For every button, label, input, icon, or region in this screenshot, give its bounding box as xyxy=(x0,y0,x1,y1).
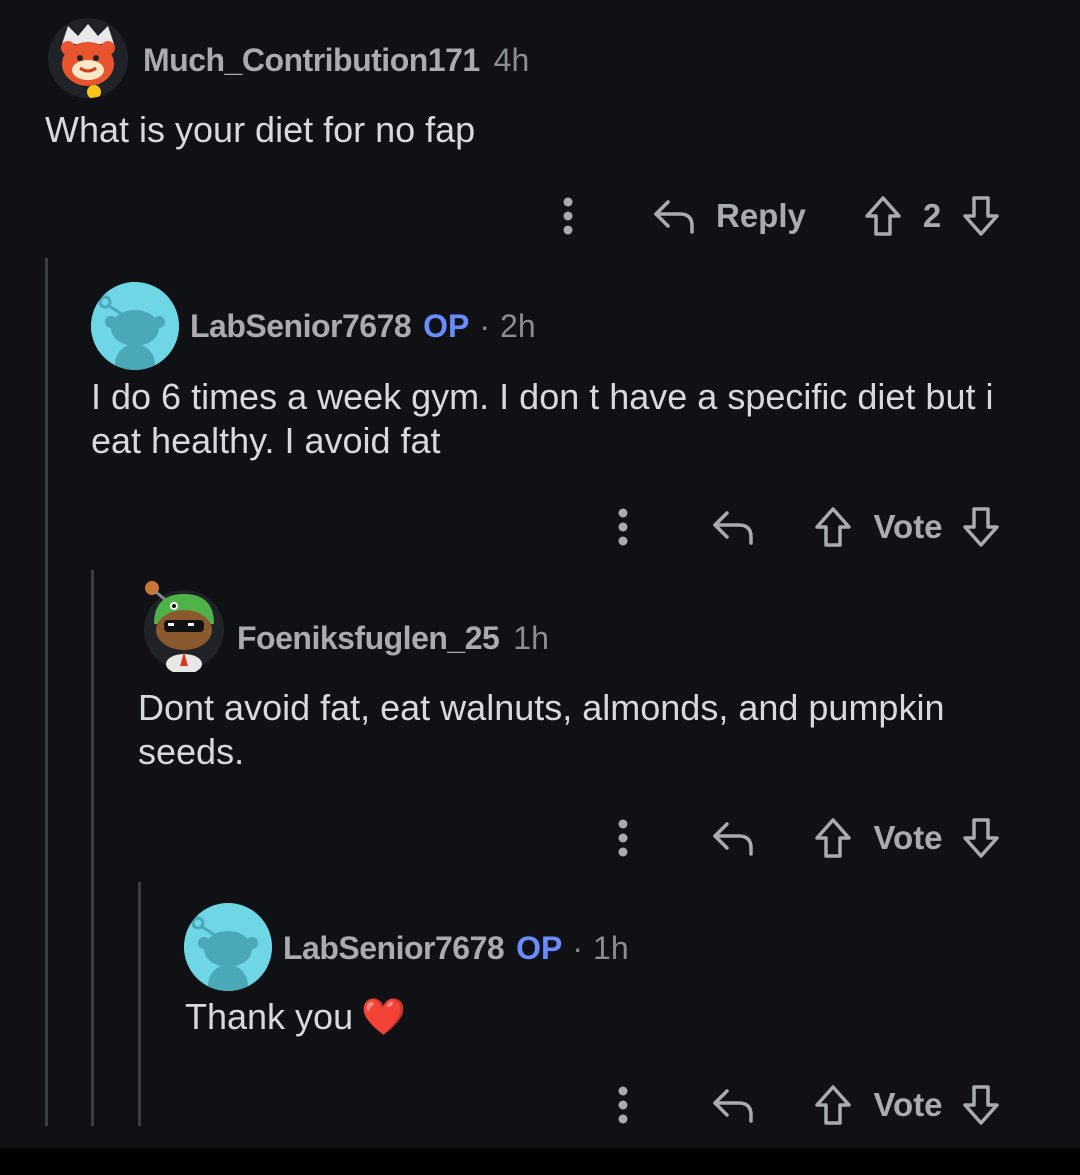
more-options-button[interactable] xyxy=(552,186,584,246)
op-badge: OP xyxy=(423,307,470,344)
comment: LabSenior7678 OP · 1h Thank you ❤️ Vote xyxy=(0,895,1080,1135)
upvote-arrow-icon xyxy=(865,196,901,236)
timestamp: 1h xyxy=(513,619,549,656)
snoo-green-hat-sunglasses-avatar-icon xyxy=(144,581,224,674)
snoo-default-avatar-icon xyxy=(184,903,272,991)
downvote-arrow-icon xyxy=(963,507,999,547)
upvote-button[interactable] xyxy=(810,808,856,868)
comment: Foeniksfuglen_25 1h Dont avoid fat, eat … xyxy=(0,580,1080,880)
vote-score: 2 xyxy=(922,197,942,234)
comment-actions: Vote xyxy=(0,1075,1080,1135)
more-options-button[interactable] xyxy=(607,1075,639,1135)
timestamp: 4h xyxy=(493,41,530,78)
comment-header: LabSenior7678 OP · 2h xyxy=(190,305,536,347)
separator-dot: · xyxy=(479,307,491,344)
reply-button[interactable] xyxy=(708,497,760,557)
separator-dot: · xyxy=(572,929,584,966)
timestamp: 1h xyxy=(593,929,629,966)
avatar[interactable] xyxy=(91,282,179,370)
upvote-arrow-icon xyxy=(815,1085,851,1125)
comment-body: I do 6 times a week gym. I don t have a … xyxy=(91,376,994,461)
reply-arrow-icon xyxy=(713,511,753,545)
more-options-button[interactable] xyxy=(607,497,639,557)
upvote-button[interactable] xyxy=(810,1075,856,1135)
vote-label: Vote xyxy=(873,819,943,856)
snoo-viking-avatar-icon xyxy=(48,18,128,98)
reply-button[interactable] xyxy=(708,1075,760,1135)
reply-arrow-icon xyxy=(713,1089,753,1123)
reply-button[interactable]: Reply xyxy=(652,186,822,246)
comment-actions: Vote xyxy=(0,497,1080,557)
op-badge: OP xyxy=(516,929,563,966)
reply-arrow-icon xyxy=(654,200,694,234)
comment: LabSenior7678 OP · 2h I do 6 times a wee… xyxy=(0,270,1080,570)
bottom-bar xyxy=(0,1148,1080,1175)
more-vertical-icon xyxy=(563,197,573,235)
comment: Much_Contribution171 4h What is your die… xyxy=(0,0,1080,250)
username[interactable]: LabSenior7678 xyxy=(283,930,505,967)
comment-actions: Reply 2 xyxy=(0,186,1080,246)
username[interactable]: LabSenior7678 xyxy=(190,308,412,345)
more-vertical-icon xyxy=(618,819,628,857)
comment-body: Dont avoid fat, eat walnuts, almonds, an… xyxy=(138,687,945,772)
downvote-button[interactable] xyxy=(958,497,1004,557)
reply-button[interactable] xyxy=(708,808,760,868)
more-options-button[interactable] xyxy=(607,808,639,868)
reply-label: Reply xyxy=(716,197,806,234)
more-vertical-icon xyxy=(618,508,628,546)
vote-label: Vote xyxy=(873,1086,943,1123)
downvote-button[interactable] xyxy=(958,808,1004,868)
heart-emoji-icon: ❤️ xyxy=(361,996,406,1037)
reply-arrow-icon xyxy=(713,822,753,856)
downvote-button[interactable] xyxy=(958,1075,1004,1135)
comment-text: Thank you xyxy=(185,996,354,1037)
avatar[interactable] xyxy=(184,903,272,991)
username[interactable]: Foeniksfuglen_25 xyxy=(237,620,500,657)
upvote-button[interactable] xyxy=(810,497,856,557)
upvote-arrow-icon xyxy=(815,818,851,858)
upvote-arrow-icon xyxy=(815,507,851,547)
more-vertical-icon xyxy=(618,1086,628,1124)
comment-header: LabSenior7678 OP · 1h xyxy=(283,927,629,969)
downvote-arrow-icon xyxy=(963,196,999,236)
comment-header: Foeniksfuglen_25 1h xyxy=(237,617,549,659)
username[interactable]: Much_Contribution171 xyxy=(143,42,480,79)
upvote-button[interactable] xyxy=(860,186,906,246)
comment-body: What is your diet for no fap xyxy=(45,109,476,150)
downvote-arrow-icon xyxy=(963,818,999,858)
timestamp: 2h xyxy=(500,307,536,344)
snoo-default-avatar-icon xyxy=(91,282,179,370)
avatar[interactable] xyxy=(140,580,228,674)
comment-body: Thank you ❤️ xyxy=(185,995,985,1039)
vote-label: Vote xyxy=(873,508,943,545)
downvote-button[interactable] xyxy=(958,186,1004,246)
downvote-arrow-icon xyxy=(963,1085,999,1125)
comment-actions: Vote xyxy=(0,808,1080,868)
comment-header: Much_Contribution171 4h xyxy=(143,40,529,80)
avatar[interactable] xyxy=(48,18,128,98)
